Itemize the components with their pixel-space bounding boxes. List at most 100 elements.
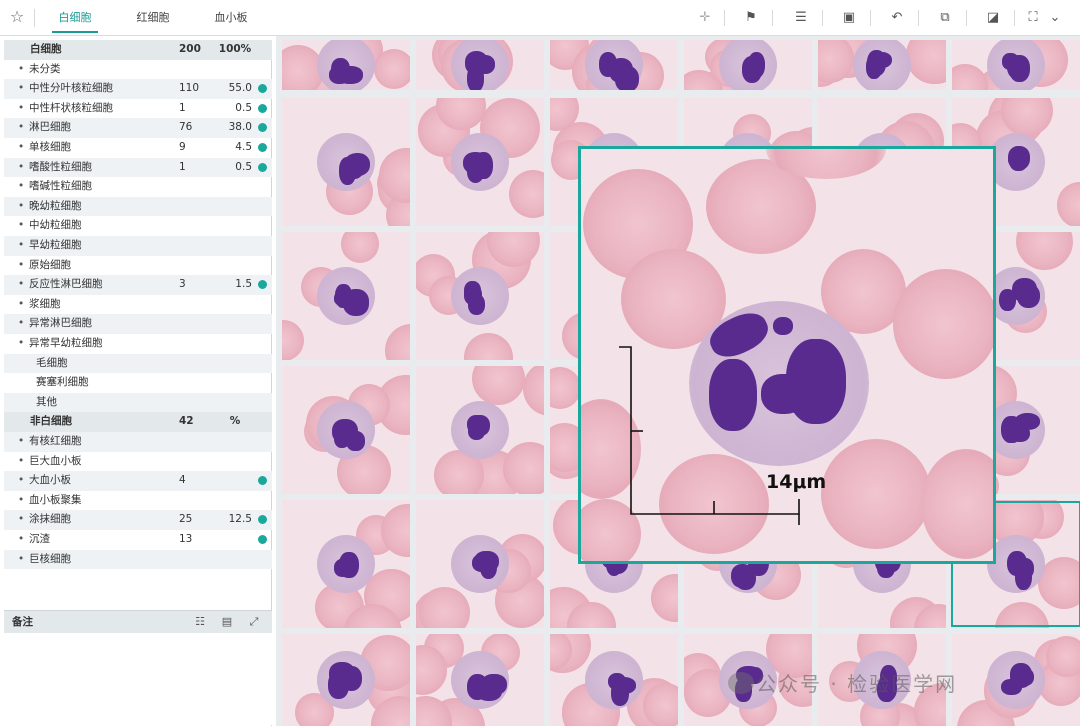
cell-type-row[interactable]: • 异常早幼粒细胞 <box>4 334 272 354</box>
cell-type-row[interactable]: • 淋巴细胞 76 38.0 <box>4 118 272 138</box>
cell-thumbnail[interactable] <box>282 98 410 226</box>
cell-type-row[interactable]: • 嗜酸性粒细胞 1 0.5 <box>4 157 272 178</box>
cell-type-row[interactable]: • 涂抹细胞 25 12.5 <box>4 510 272 530</box>
status-dot-icon <box>258 123 267 133</box>
bullet-icon: • <box>18 297 25 310</box>
cell-thumbnail[interactable] <box>550 40 678 90</box>
status-dot-icon <box>258 143 267 152</box>
bullet-icon: • <box>18 180 25 193</box>
bullet-icon: • <box>18 160 25 173</box>
bullet-icon: • <box>18 552 25 565</box>
bookmark-icon[interactable]: ◪ <box>984 9 1002 27</box>
cell-type-name: 中性杆状核粒细胞 <box>29 101 113 114</box>
cell-type-percent: 38.0 <box>228 121 252 134</box>
cell-thumbnail[interactable] <box>416 366 544 494</box>
cell-thumbnail[interactable] <box>416 98 544 226</box>
star-icon[interactable]: ☆ <box>8 8 26 26</box>
category-header-non_wbc[interactable]: 非白细胞 42% <box>4 412 272 432</box>
cell-nucleus <box>481 673 507 695</box>
cell-thumbnail[interactable] <box>416 232 544 360</box>
notes-textarea[interactable] <box>4 633 272 725</box>
stamp-icon[interactable]: ▣ <box>840 9 858 27</box>
cell-type-count: 9 <box>179 141 186 153</box>
cell-type-row[interactable]: • 巨核细胞 <box>4 549 272 570</box>
cell-thumbnail[interactable] <box>416 500 544 628</box>
expand-icon[interactable]: ⤢ <box>246 614 262 630</box>
cell-type-name: 沉渣 <box>29 533 50 545</box>
cell-nucleus <box>608 58 634 84</box>
cell-type-row[interactable]: 其他 <box>4 392 272 413</box>
cell-type-count: 76 <box>179 121 193 134</box>
cell-type-row[interactable]: • 单核细胞 9 4.5 <box>4 138 272 158</box>
cell-type-percent: 12.5 <box>228 513 252 526</box>
bullet-icon: • <box>18 454 25 467</box>
red-blood-cell <box>522 366 544 416</box>
chevron-down-icon[interactable]: ⌄ <box>1046 9 1064 27</box>
cell-thumbnail[interactable] <box>282 634 410 726</box>
cell-thumbnail[interactable] <box>952 40 1080 90</box>
tab-wbc[interactable]: 白细胞 <box>52 0 98 36</box>
cell-type-percent: 0.5 <box>235 160 252 173</box>
bullet-icon: • <box>18 533 25 545</box>
status-dot-icon <box>258 515 267 525</box>
cell-type-row[interactable]: • 沉渣 13 <box>4 530 272 550</box>
cell-thumbnail[interactable] <box>952 634 1080 726</box>
bullet-icon: • <box>18 121 25 134</box>
fit-icon[interactable]: ⛶ <box>1024 9 1042 27</box>
undo-icon[interactable]: ↶ <box>888 9 906 27</box>
cell-type-row[interactable]: • 中幼粒细胞 <box>4 216 272 236</box>
watermark-text: 公众号 · 检验医学网 <box>756 672 958 696</box>
cell-type-row[interactable]: • 原始细胞 <box>4 256 272 276</box>
cell-type-row[interactable]: • 中性杆状核粒细胞 1 0.5 <box>4 99 272 119</box>
flag-icon[interactable]: ⚑ <box>742 9 760 27</box>
red-blood-cell <box>502 441 544 494</box>
cell-thumbnail[interactable] <box>818 40 946 90</box>
cell-thumbnail[interactable] <box>684 40 812 90</box>
cell-type-row[interactable]: • 浆细胞 <box>4 295 272 315</box>
cell-type-percent: 55.0 <box>228 82 252 95</box>
cell-type-row[interactable]: • 晚幼粒细胞 <box>4 196 272 217</box>
status-dot-icon <box>258 535 267 544</box>
bullet-icon: • <box>18 513 25 526</box>
clipboard-icon[interactable]: ▤ <box>219 614 235 630</box>
cell-type-row[interactable]: • 异常淋巴细胞 <box>4 314 272 334</box>
align-icon[interactable]: ☰ <box>792 9 810 27</box>
cell-type-row[interactable]: • 血小板聚集 <box>4 491 272 511</box>
cell-type-row[interactable]: • 早幼粒细胞 <box>4 236 272 256</box>
cell-type-name: 浆细胞 <box>29 297 61 310</box>
red-blood-cell <box>282 319 305 360</box>
tab-rbc[interactable]: 红细胞 <box>130 0 176 36</box>
list-edit-icon[interactable]: ☷ <box>192 614 208 630</box>
crosshair-icon[interactable]: ✛ <box>696 9 714 27</box>
cell-thumbnail[interactable] <box>550 634 678 726</box>
bullet-icon: • <box>18 82 25 95</box>
cell-thumbnail[interactable] <box>282 500 410 628</box>
cell-thumbnail[interactable] <box>282 40 410 90</box>
toolbar-divider <box>1014 10 1015 26</box>
cell-thumbnail[interactable] <box>282 232 410 360</box>
cell-type-percent: 0.5 <box>235 101 252 114</box>
zoomed-cell-preview[interactable]: 14μm <box>578 146 996 564</box>
cell-type-name: 赛塞利细胞 <box>36 376 89 389</box>
cell-type-row[interactable]: • 反应性淋巴细胞 3 1.5 <box>4 275 272 295</box>
cell-type-row[interactable]: • 大血小板 4 <box>4 471 272 491</box>
cell-nucleus <box>343 154 364 180</box>
cell-type-name: 嗜碱性粒细胞 <box>29 180 92 193</box>
red-blood-cell <box>952 64 988 90</box>
tab-platelet[interactable]: 血小板 <box>208 0 254 36</box>
cell-type-row[interactable]: • 中性分叶核粒细胞 110 55.0 <box>4 79 272 99</box>
cell-nucleus <box>471 554 493 573</box>
cell-thumbnail[interactable] <box>416 634 544 726</box>
cell-type-row[interactable]: • 嗜碱性粒细胞 <box>4 177 272 197</box>
cell-nucleus <box>1008 55 1030 83</box>
copy-icon[interactable]: ⧉ <box>936 9 954 27</box>
cell-type-percent: 4.5 <box>235 141 252 153</box>
cell-type-row[interactable]: • 巨大血小板 <box>4 452 272 472</box>
category-header-wbc[interactable]: 白细胞 200 100% <box>4 40 272 60</box>
cell-type-row[interactable]: 赛塞利细胞 <box>4 373 272 393</box>
cell-type-row[interactable]: 毛细胞 <box>4 353 272 374</box>
cell-thumbnail[interactable] <box>282 366 410 494</box>
cell-type-row[interactable]: • 有核红细胞 <box>4 432 272 452</box>
cell-type-row[interactable]: • 未分类 <box>4 60 272 80</box>
cell-thumbnail[interactable] <box>416 40 544 90</box>
